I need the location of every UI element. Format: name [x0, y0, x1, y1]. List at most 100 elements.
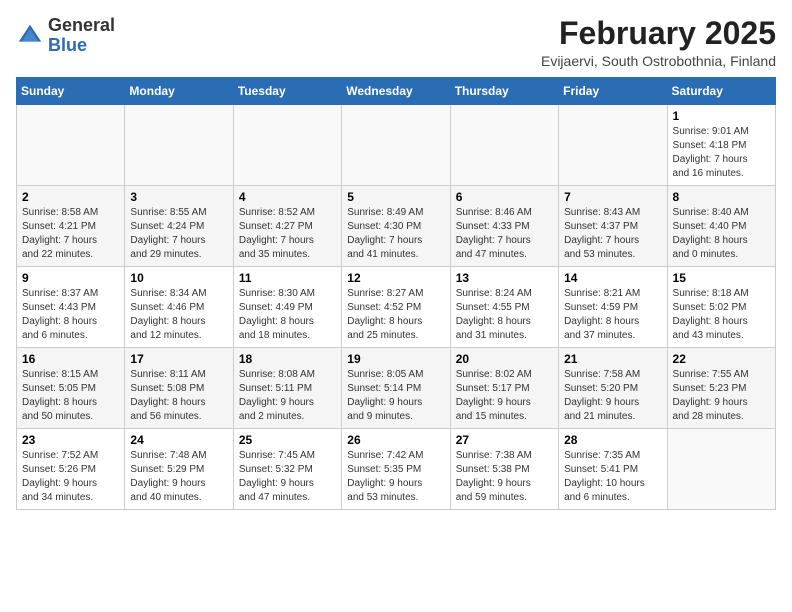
location: Evijaervi, South Ostrobothnia, Finland — [541, 53, 776, 69]
day-number: 21 — [564, 352, 661, 366]
header-wednesday: Wednesday — [342, 78, 450, 105]
table-row — [559, 105, 667, 186]
title-block: February 2025 Evijaervi, South Ostroboth… — [541, 16, 776, 69]
table-row: 25 Sunrise: 7:45 AM Sunset: 5:32 PM Dayli… — [233, 429, 341, 510]
table-row: 1Sunrise: 9:01 AM Sunset: 4:18 PM Daylig… — [667, 105, 775, 186]
day-info: Sunrise: 7:45 AM Sunset: 5:32 PM Dayligh… — [239, 449, 336, 505]
header: General Blue February 2025 Evijaervi, So… — [16, 16, 776, 69]
table-row: 11 Sunrise: 8:30 AM Sunset: 4:49 PM Dayli… — [233, 267, 341, 348]
day-number: 26 — [347, 433, 444, 447]
day-number: 25 — [239, 433, 336, 447]
table-row: 24Sunrise: 7:48 AM Sunset: 5:29 PM Dayli… — [125, 429, 233, 510]
table-row: 14 Sunrise: 8:21 AM Sunset: 4:59 PM Dayli… — [559, 267, 667, 348]
day-number: 19 — [347, 352, 444, 366]
day-number: 22 — [673, 352, 770, 366]
calendar-body: 1Sunrise: 9:01 AM Sunset: 4:18 PM Daylig… — [17, 105, 776, 510]
header-friday: Friday — [559, 78, 667, 105]
day-number: 11 — [239, 271, 336, 285]
logo-icon — [16, 22, 44, 50]
logo-general-text: General — [48, 15, 115, 35]
table-row: 16 Sunrise: 8:15 AM Sunset: 5:05 PM Dayli… — [17, 348, 125, 429]
table-row: 8 Sunrise: 8:40 AM Sunset: 4:40 PM Daylig… — [667, 186, 775, 267]
day-info: Sunrise: 8:46 AM Sunset: 4:33 PM Dayligh… — [456, 206, 553, 262]
day-info: Sunrise: 8:27 AM Sunset: 4:52 PM Dayligh… — [347, 287, 444, 343]
table-row — [667, 429, 775, 510]
table-row — [125, 105, 233, 186]
table-row: 10Sunrise: 8:34 AM Sunset: 4:46 PM Dayli… — [125, 267, 233, 348]
day-info: Sunrise: 8:55 AM Sunset: 4:24 PM Dayligh… — [130, 206, 227, 262]
table-row: 21 Sunrise: 7:58 AM Sunset: 5:20 PM Dayli… — [559, 348, 667, 429]
table-row: 12 Sunrise: 8:27 AM Sunset: 4:52 PM Dayli… — [342, 267, 450, 348]
header-thursday: Thursday — [450, 78, 558, 105]
table-row: 20Sunrise: 8:02 AM Sunset: 5:17 PM Dayli… — [450, 348, 558, 429]
day-info: Sunrise: 8:43 AM Sunset: 4:37 PM Dayligh… — [564, 206, 661, 262]
calendar-week-1: 1Sunrise: 9:01 AM Sunset: 4:18 PM Daylig… — [17, 105, 776, 186]
table-row: 17 Sunrise: 8:11 AM Sunset: 5:08 PM Dayli… — [125, 348, 233, 429]
day-number: 17 — [130, 352, 227, 366]
header-monday: Monday — [125, 78, 233, 105]
calendar: Sunday Monday Tuesday Wednesday Thursday… — [16, 77, 776, 510]
day-info: Sunrise: 8:15 AM Sunset: 5:05 PM Dayligh… — [22, 368, 119, 424]
day-number: 2 — [22, 190, 119, 204]
table-row: 27 Sunrise: 7:38 AM Sunset: 5:38 PM Dayli… — [450, 429, 558, 510]
table-row — [450, 105, 558, 186]
day-info: Sunrise: 7:35 AM Sunset: 5:41 PM Dayligh… — [564, 449, 661, 505]
month-year: February 2025 — [541, 16, 776, 51]
table-row: 5Sunrise: 8:49 AM Sunset: 4:30 PM Daylig… — [342, 186, 450, 267]
table-row: 19 Sunrise: 8:05 AM Sunset: 5:14 PM Dayli… — [342, 348, 450, 429]
calendar-week-2: 2 Sunrise: 8:58 AM Sunset: 4:21 PM Daylig… — [17, 186, 776, 267]
day-info: Sunrise: 8:08 AM Sunset: 5:11 PM Dayligh… — [239, 368, 336, 424]
day-info: Sunrise: 8:24 AM Sunset: 4:55 PM Dayligh… — [456, 287, 553, 343]
table-row: 7 Sunrise: 8:43 AM Sunset: 4:37 PM Daylig… — [559, 186, 667, 267]
day-number: 16 — [22, 352, 119, 366]
day-info: Sunrise: 8:02 AM Sunset: 5:17 PM Dayligh… — [456, 368, 553, 424]
weekday-header-row: Sunday Monday Tuesday Wednesday Thursday… — [17, 78, 776, 105]
day-info: Sunrise: 7:55 AM Sunset: 5:23 PM Dayligh… — [673, 368, 770, 424]
day-number: 15 — [673, 271, 770, 285]
day-info: Sunrise: 8:11 AM Sunset: 5:08 PM Dayligh… — [130, 368, 227, 424]
table-row: 18 Sunrise: 8:08 AM Sunset: 5:11 PM Dayli… — [233, 348, 341, 429]
day-number: 4 — [239, 190, 336, 204]
table-row: 9Sunrise: 8:37 AM Sunset: 4:43 PM Daylig… — [17, 267, 125, 348]
day-info: Sunrise: 8:34 AM Sunset: 4:46 PM Dayligh… — [130, 287, 227, 343]
day-info: Sunrise: 7:42 AM Sunset: 5:35 PM Dayligh… — [347, 449, 444, 505]
day-info: Sunrise: 8:18 AM Sunset: 5:02 PM Dayligh… — [673, 287, 770, 343]
table-row: 13 Sunrise: 8:24 AM Sunset: 4:55 PM Dayli… — [450, 267, 558, 348]
table-row: 28 Sunrise: 7:35 AM Sunset: 5:41 PM Dayli… — [559, 429, 667, 510]
calendar-week-5: 23Sunrise: 7:52 AM Sunset: 5:26 PM Dayli… — [17, 429, 776, 510]
day-info: Sunrise: 8:58 AM Sunset: 4:21 PM Dayligh… — [22, 206, 119, 262]
day-number: 18 — [239, 352, 336, 366]
day-info: Sunrise: 8:05 AM Sunset: 5:14 PM Dayligh… — [347, 368, 444, 424]
day-info: Sunrise: 8:37 AM Sunset: 4:43 PM Dayligh… — [22, 287, 119, 343]
calendar-week-3: 9Sunrise: 8:37 AM Sunset: 4:43 PM Daylig… — [17, 267, 776, 348]
day-number: 24 — [130, 433, 227, 447]
day-number: 28 — [564, 433, 661, 447]
table-row — [342, 105, 450, 186]
table-row: 26 Sunrise: 7:42 AM Sunset: 5:35 PM Dayli… — [342, 429, 450, 510]
table-row: 3Sunrise: 8:55 AM Sunset: 4:24 PM Daylig… — [125, 186, 233, 267]
header-sunday: Sunday — [17, 78, 125, 105]
day-number: 6 — [456, 190, 553, 204]
header-tuesday: Tuesday — [233, 78, 341, 105]
table-row: 2 Sunrise: 8:58 AM Sunset: 4:21 PM Daylig… — [17, 186, 125, 267]
day-info: Sunrise: 8:30 AM Sunset: 4:49 PM Dayligh… — [239, 287, 336, 343]
day-info: Sunrise: 8:49 AM Sunset: 4:30 PM Dayligh… — [347, 206, 444, 262]
table-row: 23Sunrise: 7:52 AM Sunset: 5:26 PM Dayli… — [17, 429, 125, 510]
table-row: 22 Sunrise: 7:55 AM Sunset: 5:23 PM Dayli… — [667, 348, 775, 429]
day-number: 12 — [347, 271, 444, 285]
day-number: 1 — [673, 109, 770, 123]
logo: General Blue — [16, 16, 115, 56]
table-row: 6 Sunrise: 8:46 AM Sunset: 4:33 PM Daylig… — [450, 186, 558, 267]
day-info: Sunrise: 7:58 AM Sunset: 5:20 PM Dayligh… — [564, 368, 661, 424]
logo-blue-text: Blue — [48, 35, 87, 55]
day-number: 13 — [456, 271, 553, 285]
day-number: 27 — [456, 433, 553, 447]
day-info: Sunrise: 8:40 AM Sunset: 4:40 PM Dayligh… — [673, 206, 770, 262]
table-row: 4Sunrise: 8:52 AM Sunset: 4:27 PM Daylig… — [233, 186, 341, 267]
day-number: 8 — [673, 190, 770, 204]
day-number: 14 — [564, 271, 661, 285]
day-info: Sunrise: 7:38 AM Sunset: 5:38 PM Dayligh… — [456, 449, 553, 505]
day-number: 7 — [564, 190, 661, 204]
day-info: Sunrise: 8:21 AM Sunset: 4:59 PM Dayligh… — [564, 287, 661, 343]
calendar-week-4: 16 Sunrise: 8:15 AM Sunset: 5:05 PM Dayli… — [17, 348, 776, 429]
